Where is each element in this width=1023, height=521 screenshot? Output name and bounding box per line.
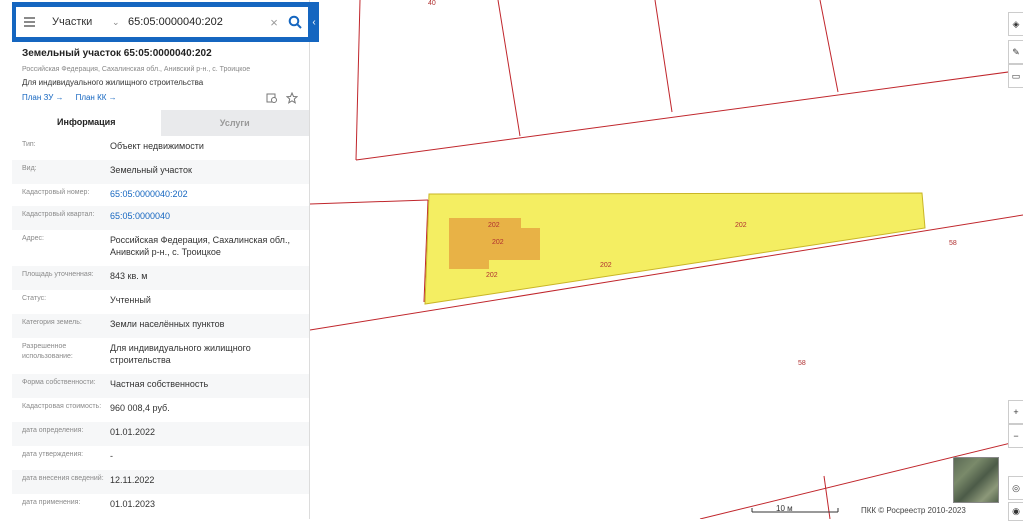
field-label: Тип: (22, 141, 36, 148)
list-item: Кадастровый номер: 65:05:0000040:202 (12, 184, 309, 206)
field-value: Учтенный (110, 295, 151, 305)
field-label: дата определения: (22, 427, 84, 434)
field-value: 843 кв. м (110, 271, 148, 281)
field-label: Адрес: (22, 235, 44, 242)
menu-icon[interactable] (16, 7, 42, 37)
map-label: 202 (486, 272, 498, 279)
field-value: Объект недвижимости (110, 141, 204, 151)
map-tool-icon[interactable]: + (1008, 400, 1023, 424)
building (449, 243, 489, 269)
list-item: Форма собственности: Частная собственност… (12, 374, 309, 398)
list-item: Адрес: Российская Федерация, Сахалинская … (12, 230, 309, 266)
collapse-panel-button[interactable]: ‹ (309, 2, 319, 42)
field-value: Для индивидуального жилищного строительс… (110, 343, 251, 365)
boundary-line (355, 0, 361, 161)
field-value[interactable]: 65:05:0000040:202 (110, 184, 309, 206)
list-item: Статус: Учтенный (12, 290, 309, 314)
list-item: Кадастровый квартал: 65:05:0000040 (12, 206, 309, 230)
field-value: Земли населённых пунктов (110, 319, 225, 329)
scale-label: 10 м (776, 504, 793, 513)
copyright-text: ПКК © Росреестр 2010-2023 (861, 506, 966, 515)
search-icon[interactable] (282, 7, 308, 37)
field-label: дата утверждения: (22, 451, 84, 458)
field-label: Вид: (22, 165, 37, 172)
field-value: 960 008,4 руб. (110, 403, 170, 413)
boundary-line (309, 199, 429, 205)
location-icon[interactable]: ◎ (1008, 476, 1023, 500)
field-label: Статус: (22, 295, 47, 302)
search-bar: Участки ⌄ 65:05:0000040:202 × (12, 2, 309, 42)
list-item: Тип: Объект недвижимости (12, 136, 309, 160)
chevron-down-icon[interactable]: ⌄ (112, 17, 126, 28)
list-item: дата применения: 01.01.2023 (12, 494, 309, 519)
field-label: Разрешенное использование: (22, 343, 73, 360)
layers-icon[interactable]: ◈ (1008, 12, 1023, 36)
boundary-line (497, 0, 521, 137)
map-tool-icon[interactable]: ✎ (1008, 40, 1023, 64)
list-item: Категория земель: Земли населённых пункто… (12, 314, 309, 338)
list-item: Площадь уточненная: 843 кв. м (12, 266, 309, 290)
list-item: дата определения: 01.01.2022 (12, 422, 309, 446)
print-icon[interactable] (266, 92, 278, 104)
field-value: - (110, 451, 113, 461)
star-icon[interactable] (286, 92, 298, 104)
tab-services[interactable]: Услуги (160, 110, 309, 136)
map-tool-icon[interactable]: ◉ (1008, 502, 1023, 521)
info-panel: Участки ⌄ 65:05:0000040:202 × Земельный … (0, 0, 310, 519)
field-label: Кадастровый номер: (22, 189, 90, 196)
field-label: дата применения: (22, 499, 81, 506)
boundary-line (823, 475, 831, 519)
map-label: 58 (798, 360, 806, 367)
map-label: 40 (428, 0, 436, 7)
boundary-line (819, 0, 839, 93)
close-icon[interactable]: × (266, 15, 282, 30)
boundary-line (654, 0, 673, 113)
parcel-address: Российская Федерация, Сахалинская обл., … (22, 66, 251, 73)
field-label: Категория земель: (22, 319, 82, 326)
list-item: Вид: Земельный участок (12, 160, 309, 184)
field-label: дата внесения сведений: (22, 475, 104, 482)
field-value: 12.11.2022 (110, 475, 155, 485)
category-select[interactable]: Участки (42, 16, 112, 28)
field-value: 01.01.2022 (110, 427, 156, 437)
field-label: Площадь уточненная: (22, 271, 94, 278)
field-label: Кадастровая стоимость: (22, 403, 102, 410)
map-label: 202 (492, 239, 504, 246)
list-item: дата внесения сведений: 12.11.2022 (12, 470, 309, 494)
basemap-thumbnail[interactable] (953, 457, 999, 503)
tab-info[interactable]: Информация (12, 110, 161, 136)
map-label: 202 (735, 222, 747, 229)
map-label: 202 (600, 262, 612, 269)
search-box: Участки ⌄ 65:05:0000040:202 × (16, 7, 308, 37)
plan-zu-link[interactable]: План ЗУ → (22, 93, 64, 102)
parcel-title: Земельный участок 65:05:0000040:202 (22, 48, 212, 59)
map-label: 202 (488, 222, 500, 229)
parcel-purpose: Для индивидуального жилищного строительс… (22, 78, 204, 87)
list-item: Кадастровая стоимость: 960 008,4 руб. (12, 398, 309, 422)
zoom-out-icon[interactable]: − (1008, 424, 1023, 448)
field-value[interactable]: 65:05:0000040 (110, 206, 309, 230)
map-label: 58 (949, 240, 957, 247)
field-value: Российская Федерация, Сахалинская обл., … (110, 235, 290, 257)
field-value: Земельный участок (110, 165, 192, 175)
search-input[interactable]: 65:05:0000040:202 (126, 16, 266, 28)
field-value: 01.01.2023 (110, 499, 156, 509)
list-item: Разрешенное использование: Для индивидуал… (12, 338, 309, 374)
map-tool-icon[interactable]: ▭ (1008, 64, 1023, 88)
list-item: дата утверждения: - (12, 446, 309, 470)
field-label: Форма собственности: (22, 379, 96, 386)
boundary-line (355, 69, 1023, 161)
plan-kk-link[interactable]: План КК → (76, 93, 117, 102)
field-value: Частная собственность (110, 379, 209, 389)
field-label: Кадастровый квартал: (22, 211, 95, 218)
